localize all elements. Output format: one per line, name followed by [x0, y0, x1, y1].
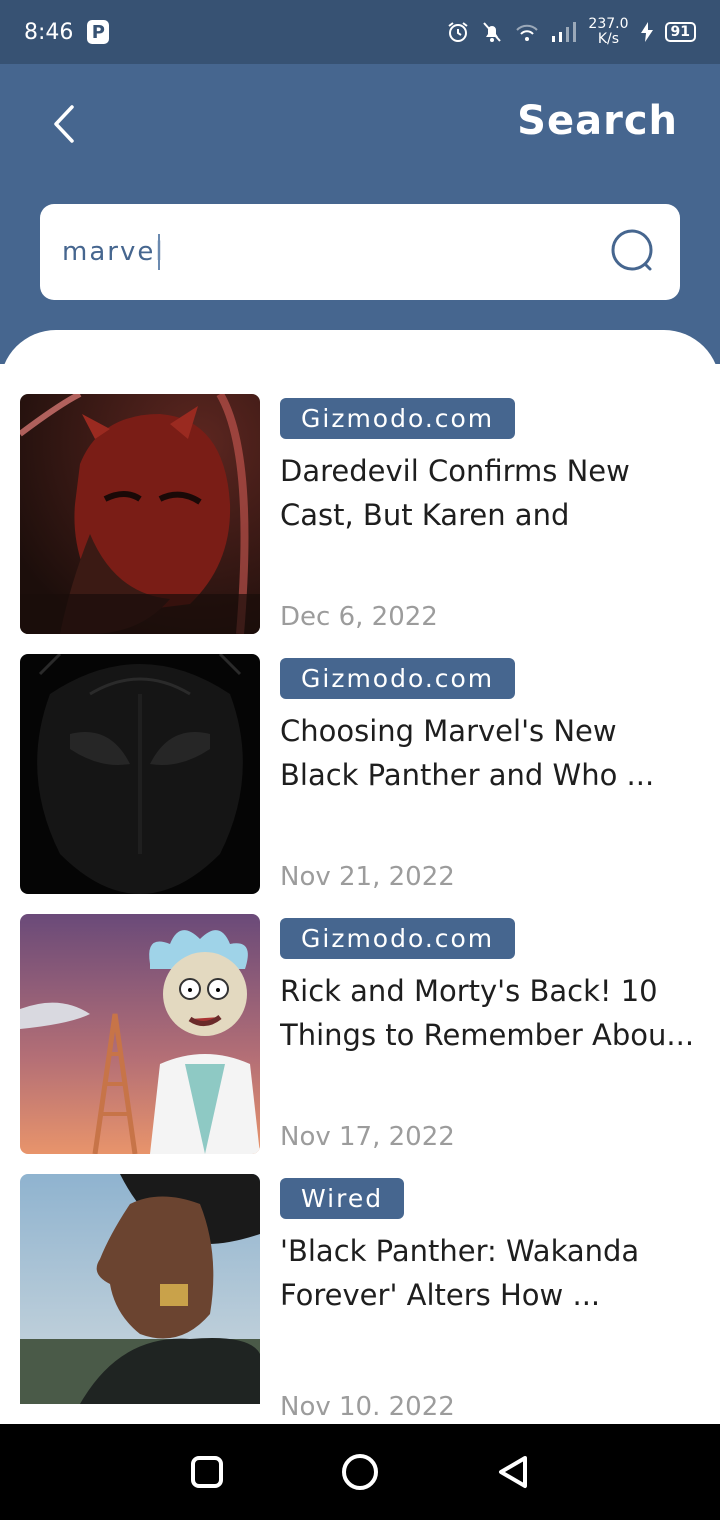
system-nav-bar — [0, 1424, 720, 1520]
article-info: Wired 'Black Panther: Wakanda Forever' A… — [280, 1174, 710, 1422]
daredevil-thumbnail — [20, 394, 260, 634]
article-item[interactable]: Gizmodo.com Rick and Morty's Back! 10 Th… — [20, 914, 710, 1154]
network-speed: 237.0 K/s — [588, 17, 628, 47]
article-item[interactable]: Wired 'Black Panther: Wakanda Forever' A… — [20, 1174, 710, 1422]
text-cursor — [158, 234, 160, 270]
network-speed-unit: K/s — [597, 31, 620, 47]
search-bar[interactable] — [40, 204, 680, 300]
home-button[interactable] — [332, 1444, 388, 1500]
article-item[interactable]: Gizmodo.com Choosing Marvel's New Black … — [20, 654, 710, 894]
article-item[interactable]: Gizmodo.com Daredevil Confirms New Cast,… — [20, 394, 710, 634]
search-input[interactable] — [62, 237, 162, 267]
battery-indicator: 91 — [664, 22, 696, 42]
wakanda-forever-thumbnail — [20, 1174, 260, 1404]
search-icon — [611, 229, 653, 271]
article-date: Nov 10. 2022 — [280, 1392, 455, 1422]
source-badge: Gizmodo.com — [280, 658, 516, 699]
chevron-left-icon — [54, 105, 74, 143]
alarm-icon — [448, 22, 469, 42]
article-info: Gizmodo.com Daredevil Confirms New Cast,… — [280, 394, 710, 634]
wifi-icon — [516, 24, 539, 41]
page-title: Search — [517, 98, 678, 144]
signal-icon — [552, 22, 577, 42]
article-title: 'Black Panther: Wakanda Forever' Alters … — [280, 1234, 640, 1312]
back-button[interactable] — [40, 100, 88, 148]
article-info: Gizmodo.com Choosing Marvel's New Black … — [280, 654, 710, 894]
status-bar: 8:46 P 237.0 K/s 91 — [0, 0, 720, 64]
circle-icon — [341, 1454, 378, 1490]
source-badge: Wired — [280, 1178, 405, 1219]
network-speed-value: 237.0 — [588, 16, 629, 32]
square-icon — [190, 1456, 223, 1488]
source-badge: Gizmodo.com — [280, 398, 516, 439]
results-panel: Gizmodo.com Daredevil Confirms New Cast,… — [0, 330, 720, 1424]
article-title: Daredevil Confirms New Cast, But Karen a… — [280, 454, 630, 532]
header: Search — [0, 64, 720, 364]
article-title: Rick and Morty's Back! 10 Things to Reme… — [280, 974, 695, 1052]
charging-icon — [640, 22, 653, 42]
triangle-back-icon — [499, 1456, 528, 1488]
black-panther-mask-thumbnail — [20, 654, 260, 894]
article-date: Dec 6, 2022 — [280, 602, 438, 632]
rick-and-morty-thumbnail — [20, 914, 260, 1154]
mute-bell-icon — [483, 22, 502, 42]
article-info: Gizmodo.com Rick and Morty's Back! 10 Th… — [280, 914, 710, 1154]
recents-button[interactable] — [179, 1444, 235, 1500]
article-title: Choosing Marvel's New Black Panther and … — [280, 714, 655, 792]
article-date: Nov 21, 2022 — [280, 862, 455, 892]
source-badge: Gizmodo.com — [280, 918, 516, 959]
article-date: Nov 17, 2022 — [280, 1122, 455, 1152]
status-time: 8:46 — [24, 19, 74, 45]
back-nav-button[interactable] — [485, 1444, 541, 1500]
status-icons: 237.0 K/s 91 — [446, 17, 696, 47]
search-button[interactable] — [610, 228, 658, 276]
app-notification-icon: P — [87, 20, 110, 44]
